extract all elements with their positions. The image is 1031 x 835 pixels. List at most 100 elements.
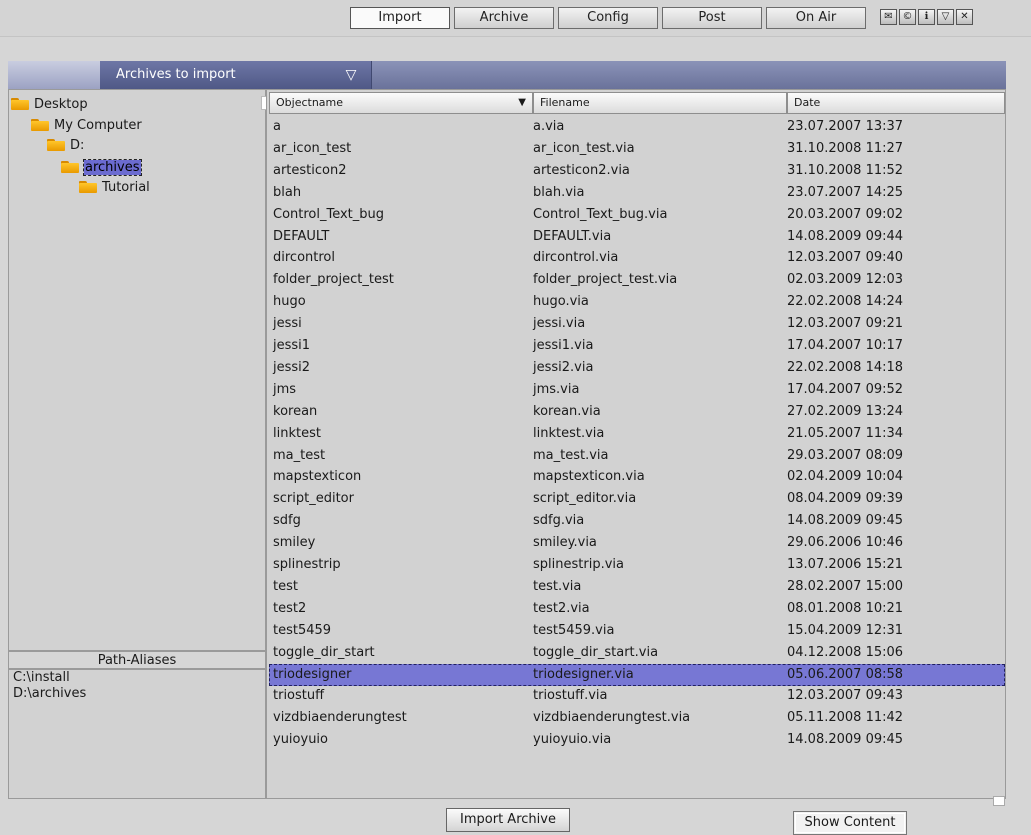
tree-item-label: D: [70,137,85,153]
show-content-button[interactable]: Show Content [793,811,907,835]
tree-item-archives[interactable]: archives [61,158,142,176]
cell-objectname: sdfg [273,513,301,529]
table-row[interactable]: splinestrip splinestrip.via 13.07.2006 15:… [269,554,1005,576]
table-row[interactable]: toggle_dir_start toggle_dir_start.via 04.1… [269,642,1005,664]
cell-filename: DEFAULT.via [533,228,612,244]
cell-date: 17.04.2007 10:17 [787,338,904,353]
table-row[interactable]: dircontrol dircontrol.via 12.03.2007 09:40 [269,247,1005,269]
cell-filename: hugo.via [533,294,589,310]
tab-post[interactable]: Post [662,7,762,29]
cell-filename: splinestrip.via [533,557,624,572]
cell-objectname: DEFAULT [273,228,330,244]
table-header: Objectname ▼ Filename Date [267,90,1005,114]
column-header-date[interactable]: Date [787,92,1005,114]
table-row[interactable]: test2 test2.via 08.01.2008 10:21 [269,598,1005,620]
cell-date: 29.06.2006 10:46 [787,535,904,551]
cell-filename: dircontrol.via [533,250,619,266]
cell-filename: smiley.via [533,535,597,551]
path-alias-item[interactable]: D:\archives [9,686,265,702]
tab-on-air[interactable]: On Air [766,7,866,29]
column-header-objectname[interactable]: Objectname ▼ [269,92,533,114]
cell-filename: triostuff.via [533,688,608,704]
table-row[interactable]: jessi1 jessi1.via 17.04.2007 10:17 [269,335,1005,357]
table-row[interactable]: linktest linktest.via 21.05.2007 11:34 [269,423,1005,445]
cell-date: 13.07.2006 15:21 [787,557,904,572]
table-row[interactable]: hugo hugo.via 22.02.2008 14:24 [269,291,1005,313]
minimize-icon[interactable]: ▽ [937,9,954,25]
table-row[interactable]: Control_Text_bug Control_Text_bug.via 20.0… [269,204,1005,226]
table-row[interactable]: jms jms.via 17.04.2007 09:52 [269,379,1005,401]
cell-date: 02.03.2009 12:03 [787,272,904,288]
tree-item-tutorial[interactable]: Tutorial [79,178,150,196]
cell-objectname: korean [273,403,318,419]
table-row[interactable]: sdfg sdfg.via 14.08.2009 09:45 [269,510,1005,532]
cell-filename: blah.via [533,184,585,200]
table-row[interactable]: mapstexticon mapstexticon.via 02.04.2009 1… [269,466,1005,488]
cell-date: 27.02.2009 13:24 [787,403,904,419]
tab-archive[interactable]: Archive [454,7,554,29]
tab-import[interactable]: Import [350,7,450,29]
cell-filename: triodesigner.via [533,666,634,682]
cell-objectname: ma_test [273,447,326,463]
table-row[interactable]: triodesigner triodesigner.via 05.06.2007 0… [269,663,1005,686]
envelope-icon[interactable]: ✉ [880,9,897,25]
path-alias-item[interactable]: C:\install [9,670,265,686]
scrollbar-thumb[interactable] [993,796,1005,806]
chevron-down-icon[interactable]: ▽ [341,67,361,83]
cell-filename: ar_icon_test.via [533,140,635,156]
table-row[interactable]: artesticon2 artesticon2.via 31.10.2008 11:… [269,160,1005,182]
cell-objectname: ar_icon_test [273,140,352,156]
table-row[interactable]: test test.via 28.02.2007 15:00 [269,576,1005,598]
column-header-filename[interactable]: Filename [533,92,787,114]
tab-config[interactable]: Config [558,7,658,29]
cell-filename: jessi2.via [533,359,594,375]
cell-date: 23.07.2007 13:37 [787,119,904,134]
path-aliases-header: Path-Aliases [8,651,266,669]
cell-objectname: dircontrol [273,250,335,266]
cell-filename: jessi1.via [533,338,594,353]
table-row[interactable]: jessi2 jessi2.via 22.02.2008 14:18 [269,357,1005,379]
cell-filename: test2.via [533,600,590,616]
table-row[interactable]: yuioyuio yuioyuio.via 14.08.2009 09:45 [269,729,1005,751]
table-row[interactable]: script_editor script_editor.via 08.04.2009… [269,488,1005,510]
cell-objectname: test5459 [273,622,332,638]
cell-date: 29.03.2007 08:09 [787,447,904,463]
cell-objectname: triodesigner [273,666,352,682]
table-row[interactable]: folder_project_test folder_project_test.v… [269,269,1005,291]
table-row[interactable]: ma_test ma_test.via 29.03.2007 08:09 [269,445,1005,467]
table-row[interactable]: blah blah.via 23.07.2007 14:25 [269,182,1005,204]
info-icon[interactable]: ℹ [918,9,935,25]
sort-down-icon: ▼ [518,97,526,108]
c-icon[interactable]: © [899,9,916,25]
import-archive-button[interactable]: Import Archive [446,808,570,832]
close-icon[interactable]: ✕ [956,9,973,25]
window-controls: ✉ © ℹ ▽ ✕ [880,9,975,25]
table-row[interactable]: test5459 test5459.via 15.04.2009 12:31 [269,620,1005,642]
table-row[interactable]: vizdbiaenderungtest vizdbiaenderungtest.v… [269,707,1005,729]
table-row[interactable]: DEFAULT DEFAULT.via 14.08.2009 09:44 [269,226,1005,248]
cell-date: 28.02.2007 15:00 [787,578,904,594]
archives-dropdown[interactable]: Archives to import ▽ [100,61,372,89]
tree-item-d-drive[interactable]: D: [47,136,84,154]
panel-header-left [8,61,100,89]
table-row[interactable]: a a.via 23.07.2007 13:37 [269,116,1005,138]
table-row[interactable]: jessi jessi.via 12.03.2007 09:21 [269,313,1005,335]
tree-item-label: archives [83,158,142,176]
table-row[interactable]: smiley smiley.via 29.06.2006 10:46 [269,532,1005,554]
tree-item-label: Desktop [34,96,88,112]
cell-filename: artesticon2.via [533,162,630,178]
table-row[interactable]: korean korean.via 27.02.2009 13:24 [269,401,1005,423]
cell-date: 02.04.2009 10:04 [787,469,904,485]
table-row[interactable]: ar_icon_test ar_icon_test.via 31.10.2008 1… [269,138,1005,160]
table-row[interactable]: triostuff triostuff.via 12.03.2007 09:43 [269,685,1005,707]
cell-filename: jms.via [533,381,580,397]
tree-item-desktop[interactable]: Desktop [11,95,88,113]
folder-icon [11,98,29,110]
cell-date: 20.03.2007 09:02 [787,206,904,222]
tree-item-my-computer[interactable]: My Computer [31,116,142,134]
cell-date: 08.01.2008 10:21 [787,600,904,616]
cell-filename: a.via [533,119,565,134]
cell-filename: korean.via [533,403,601,419]
tree-item-label: Tutorial [102,179,150,195]
cell-objectname: linktest [273,425,321,441]
